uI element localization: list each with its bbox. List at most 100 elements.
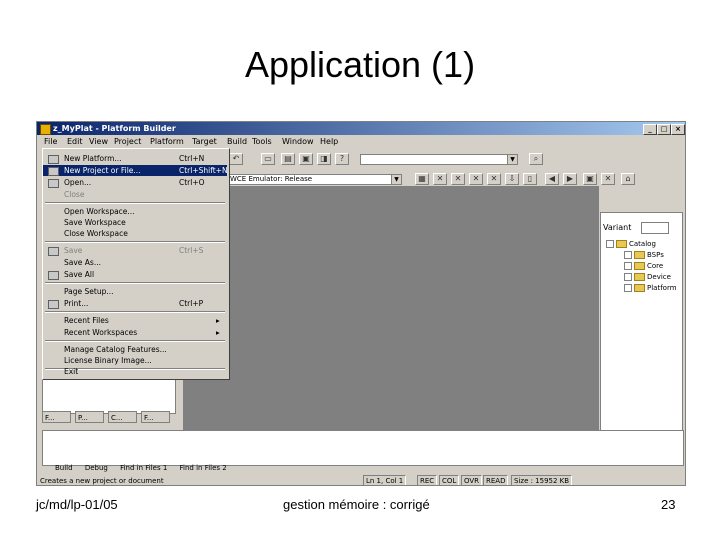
help-icon[interactable]: ? xyxy=(335,153,349,165)
menu-file[interactable]: File xyxy=(44,136,57,148)
menu-item-page-setup[interactable]: Page Setup... xyxy=(43,286,227,297)
status-read: READ xyxy=(483,475,509,485)
back-icon[interactable]: ◀ xyxy=(545,173,559,185)
tree-root-label: Catalog xyxy=(629,240,656,248)
menu-item-recent-files[interactable]: Recent Files ▸ xyxy=(43,315,227,326)
menu-item-save-all[interactable]: Save All xyxy=(43,269,227,280)
menu-item-license-binary[interactable]: License Binary Image... xyxy=(43,355,227,366)
tree-item-label: Device xyxy=(647,273,671,281)
tab-find-in-files-2[interactable]: Find in Files 2 xyxy=(180,464,227,472)
maximize-button[interactable]: □ xyxy=(657,124,671,135)
target-icon[interactable]: ▣ xyxy=(583,173,597,185)
workspace-icon[interactable]: ▭ xyxy=(261,153,275,165)
output-icon[interactable]: ▤ xyxy=(281,153,295,165)
stop-build-icon[interactable]: ✕ xyxy=(469,173,483,185)
workspace-tabs: F... P... C... F... xyxy=(42,411,176,424)
menu-item-label: Save As... xyxy=(64,258,101,267)
menu-item-save-as[interactable]: Save As... xyxy=(43,257,227,268)
home-icon[interactable]: ⌂ xyxy=(621,173,635,185)
attach-icon[interactable]: ▯ xyxy=(523,173,537,185)
mdi-area xyxy=(183,186,599,432)
undo-icon[interactable]: ↶ xyxy=(229,153,243,165)
forward-icon[interactable]: ▶ xyxy=(563,173,577,185)
tree-item[interactable]: Device xyxy=(624,273,671,281)
folder-tools-icon[interactable]: ◨ xyxy=(317,153,331,165)
title-bar: z_MyPlat - Platform Builder _ □ × xyxy=(37,122,685,135)
tree-root[interactable]: Catalog xyxy=(606,240,656,248)
menu-item-label: Print... xyxy=(64,299,89,308)
expand-icon[interactable] xyxy=(624,262,632,270)
chevron-down-icon[interactable]: ▼ xyxy=(507,155,517,164)
menu-item-new-platform[interactable]: New Platform... Ctrl+N xyxy=(43,153,227,164)
configuration-combo[interactable]: WCE Emulator: Release ▼ xyxy=(227,174,402,185)
menu-item-open[interactable]: Open... Ctrl+O xyxy=(43,177,227,188)
menu-item-close[interactable]: Close xyxy=(43,189,227,200)
expand-icon[interactable] xyxy=(624,273,632,281)
expand-icon[interactable] xyxy=(624,251,632,259)
folder-icon xyxy=(634,262,645,270)
footer-center: gestion mémoire : corrigé xyxy=(283,497,430,512)
menu-window[interactable]: Window xyxy=(282,136,314,148)
expand-icon[interactable] xyxy=(624,284,632,292)
menu-item-label: Exit xyxy=(64,367,79,376)
menu-item-label: Open... xyxy=(64,178,92,187)
menu-view[interactable]: View xyxy=(89,136,108,148)
tab-files[interactable]: F... xyxy=(42,411,71,423)
windows-icon[interactable]: ▣ xyxy=(299,153,313,165)
menu-build[interactable]: Build xyxy=(227,136,247,148)
tab-debug[interactable]: Debug xyxy=(85,464,108,472)
menu-item-save[interactable]: Save Ctrl+S xyxy=(43,245,227,256)
close-button[interactable]: × xyxy=(671,124,685,135)
menu-item-label: Recent Workspaces xyxy=(64,328,138,337)
tab-platform[interactable]: P... xyxy=(75,411,104,423)
menu-item-label: Page Setup... xyxy=(64,287,114,296)
menu-item-close-workspace[interactable]: Close Workspace xyxy=(43,228,227,239)
menu-item-label: Save All xyxy=(64,270,95,279)
disconnect-icon[interactable]: ✕ xyxy=(601,173,615,185)
submenu-arrow-icon: ▸ xyxy=(216,316,220,325)
find-combo[interactable]: ▼ xyxy=(360,154,518,165)
folder-icon xyxy=(634,273,645,281)
minimize-button[interactable]: _ xyxy=(643,124,657,135)
tab-find-in-files-1[interactable]: Find in Files 1 xyxy=(120,464,167,472)
menu-project[interactable]: Project xyxy=(114,136,141,148)
folder-icon xyxy=(616,240,627,248)
configuration-value: WCE Emulator: Release xyxy=(230,175,313,183)
find-in-files-icon[interactable]: ⌕ xyxy=(529,153,543,165)
save-all-icon xyxy=(48,271,59,280)
variant-combo[interactable] xyxy=(641,222,669,234)
menu-item-open-workspace[interactable]: Open Workspace... xyxy=(43,206,227,217)
menu-item-save-workspace[interactable]: Save Workspace xyxy=(43,217,227,228)
menu-tools[interactable]: Tools xyxy=(252,136,272,148)
clean-icon[interactable]: ✕ xyxy=(487,173,501,185)
menu-item-shortcut: Ctrl+S xyxy=(179,246,204,255)
tree-item-label: BSPs xyxy=(647,251,664,259)
menu-item-recent-workspaces[interactable]: Recent Workspaces ▸ xyxy=(43,327,227,338)
build-icon[interactable]: ▦ xyxy=(415,173,429,185)
tab-class[interactable]: C... xyxy=(108,411,137,423)
compile-icon[interactable]: ✕ xyxy=(451,173,465,185)
download-icon[interactable]: ⇩ xyxy=(505,173,519,185)
menu-help[interactable]: Help xyxy=(320,136,338,148)
menu-item-label: License Binary Image... xyxy=(64,356,152,365)
tab-build[interactable]: Build xyxy=(55,464,73,472)
menu-item-exit[interactable]: Exit xyxy=(43,367,227,377)
menu-item-manage-catalog[interactable]: Manage Catalog Features... xyxy=(43,344,227,355)
tree-item[interactable]: BSPs xyxy=(624,251,664,259)
tree-item[interactable]: Core xyxy=(624,262,663,270)
tree-item[interactable]: Platform xyxy=(624,284,677,292)
menu-platform[interactable]: Platform xyxy=(150,136,184,148)
menu-item-new-project[interactable]: New Project or File... Ctrl+Shift+N xyxy=(43,165,228,176)
menu-target[interactable]: Target xyxy=(192,136,217,148)
menu-edit[interactable]: Edit xyxy=(67,136,83,148)
menu-separator xyxy=(45,282,225,284)
tab-featureview[interactable]: F... xyxy=(141,411,170,423)
menu-item-shortcut: Ctrl+Shift+N xyxy=(179,166,228,175)
collapse-icon[interactable] xyxy=(606,240,614,248)
rebuild-icon[interactable]: ✕ xyxy=(433,173,447,185)
menu-item-label: Save xyxy=(64,246,83,255)
chevron-down-icon[interactable]: ▼ xyxy=(391,175,401,184)
status-col: COL xyxy=(439,475,460,485)
menu-item-label: Manage Catalog Features... xyxy=(64,345,167,354)
menu-item-print[interactable]: Print... Ctrl+P xyxy=(43,298,227,309)
